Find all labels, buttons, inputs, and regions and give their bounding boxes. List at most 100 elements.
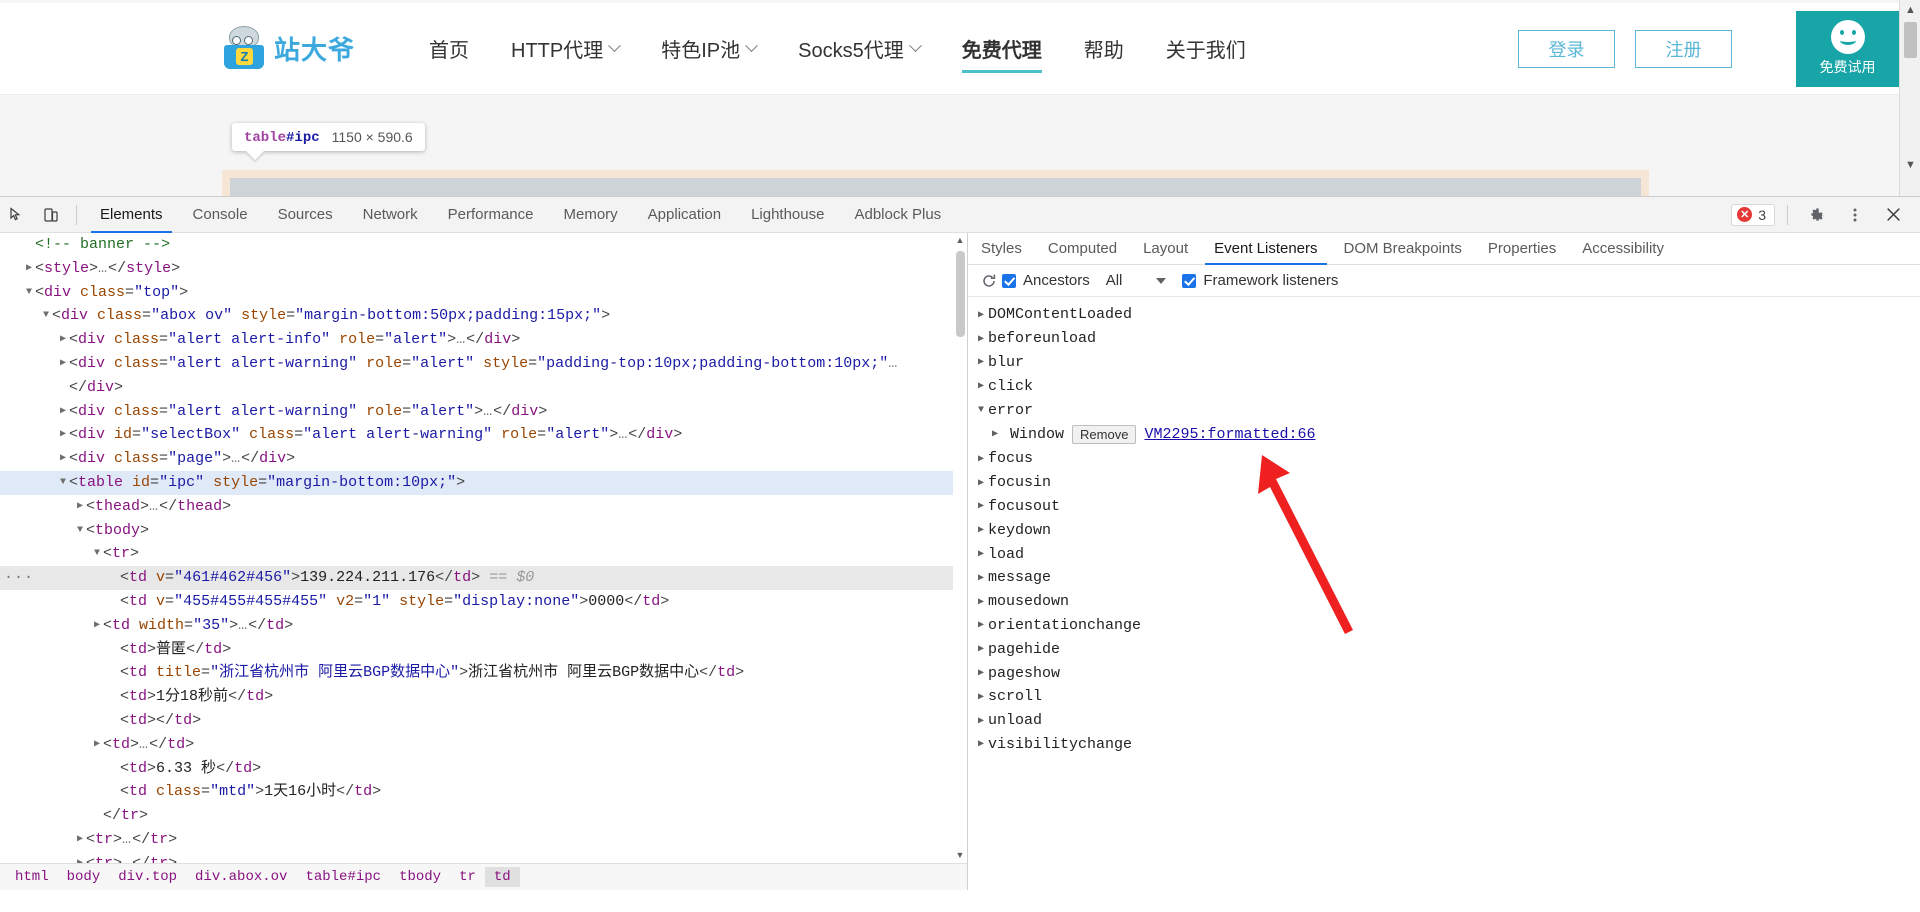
breadcrumb-item[interactable]: html <box>6 867 58 887</box>
free-trial-button[interactable]: 免费试用 <box>1796 10 1899 87</box>
event-listener-row[interactable]: ▶ unload <box>974 709 1920 733</box>
breadcrumb-item[interactable]: div.abox.ov <box>186 867 296 887</box>
inspect-element-icon[interactable] <box>0 200 34 230</box>
dom-tree[interactable]: <!-- banner --> ▶ < style >… </style > ▼ < div cl… <box>0 233 953 890</box>
scroll-up-icon[interactable]: ▲ <box>953 233 967 247</box>
event-listener-row[interactable]: ▶ beforeunload <box>974 327 1920 351</box>
dom-tree-line[interactable]: ▼ < tr > <box>0 542 953 566</box>
event-listener-row[interactable]: ▶ focus <box>974 447 1920 471</box>
twisty-collapsed-icon[interactable]: ▶ <box>91 733 103 757</box>
dom-tree-line[interactable]: ▼ < div class = "top" > <box>0 281 953 305</box>
twisty-expanded-icon[interactable]: ▼ <box>23 281 35 305</box>
twisty-collapsed-icon[interactable]: ▶ <box>974 596 988 608</box>
twisty-collapsed-icon[interactable]: ▶ <box>974 309 988 321</box>
event-listener-row[interactable]: ▶ visibilitychange <box>974 733 1920 757</box>
dom-tree-line[interactable]: ▶ < div class = "alert alert-warning" role = "… <box>0 352 953 376</box>
close-devtools-icon[interactable] <box>1876 200 1910 230</box>
more-options-icon[interactable] <box>1838 200 1872 230</box>
event-listener-row[interactable]: ▼ error <box>974 398 1920 422</box>
twisty-collapsed-icon[interactable]: ▶ <box>974 715 988 727</box>
event-listener-row[interactable]: ▶ orientationchange <box>974 614 1920 638</box>
tab-performance[interactable]: Performance <box>433 197 549 233</box>
twisty-collapsed-icon[interactable]: ▶ <box>91 614 103 638</box>
dom-tree-line[interactable]: ▶<tr>…</tr> <box>0 828 953 852</box>
tab-adblock-plus[interactable]: Adblock Plus <box>839 197 956 233</box>
twisty-collapsed-icon[interactable]: ▶ <box>974 619 988 631</box>
listener-filter-select[interactable]: All <box>1106 272 1167 289</box>
dom-tree-line[interactable]: < td >1分18秒前 </td > <box>0 685 953 709</box>
twisty-collapsed-icon[interactable]: ▶ <box>57 400 69 424</box>
sidebar-tab-properties[interactable]: Properties <box>1475 233 1569 265</box>
refresh-icon[interactable] <box>976 268 1002 294</box>
twisty-expanded-icon[interactable]: ▼ <box>974 405 988 416</box>
sidebar-tab-computed[interactable]: Computed <box>1035 233 1130 265</box>
twisty-collapsed-icon[interactable]: ▶ <box>23 257 35 281</box>
sidebar-tab-accessibility[interactable]: Accessibility <box>1569 233 1677 265</box>
twisty-collapsed-icon[interactable]: ▶ <box>974 548 988 560</box>
nav-item-free-proxy[interactable]: 免费代理 <box>961 3 1042 95</box>
breadcrumb-item[interactable]: table#ipc <box>296 867 390 887</box>
event-listener-row[interactable]: ▶ focusin <box>974 471 1920 495</box>
error-count-badge[interactable]: ✕ 3 <box>1731 203 1775 226</box>
twisty-collapsed-icon[interactable]: ▶ <box>57 423 69 447</box>
register-button[interactable]: 注册 <box>1635 29 1732 68</box>
dom-scrollbar-thumb[interactable] <box>956 251 965 337</box>
scroll-down-icon[interactable]: ▼ <box>953 848 967 862</box>
scroll-up-icon[interactable]: ▲ <box>1900 0 1920 19</box>
twisty-collapsed-icon[interactable]: ▶ <box>974 356 988 368</box>
twisty-collapsed-icon[interactable]: ▶ <box>974 380 988 392</box>
twisty-collapsed-icon[interactable]: ▶ <box>974 738 988 750</box>
breadcrumb-item[interactable]: div.top <box>109 867 186 887</box>
dom-tree-line[interactable]: < td >6.33 秒 </td > <box>0 757 953 781</box>
framework-listeners-checkbox-group[interactable]: Framework listeners <box>1182 272 1338 289</box>
breadcrumb-item[interactable]: td <box>484 867 520 887</box>
twisty-collapsed-icon[interactable]: ▶ <box>988 428 1002 440</box>
event-listener-row[interactable]: ▶ message <box>974 566 1920 590</box>
dom-tree-line[interactable]: ▼ < tbody > <box>0 519 953 543</box>
nav-item-home[interactable]: 首页 <box>429 3 469 95</box>
toggle-device-toolbar-icon[interactable] <box>34 200 68 230</box>
twisty-collapsed-icon[interactable]: ▶ <box>74 828 86 852</box>
tab-memory[interactable]: Memory <box>549 197 633 233</box>
twisty-collapsed-icon[interactable]: ▶ <box>974 477 988 489</box>
tab-network[interactable]: Network <box>348 197 433 233</box>
event-listener-row[interactable]: ▶ pagehide <box>974 637 1920 661</box>
tab-console[interactable]: Console <box>178 197 263 233</box>
remove-listener-button[interactable]: Remove <box>1072 424 1137 444</box>
dom-tree-line[interactable]: ▶ < div class = "page" >… </div > <box>0 447 953 471</box>
dom-tree-line[interactable]: ▶ < div class = "alert alert-warning" role = "… <box>0 400 953 424</box>
framework-listeners-checkbox[interactable] <box>1182 273 1197 288</box>
dom-tree-scrollbar[interactable]: ▲ ▼ <box>953 233 967 862</box>
dom-tree-line[interactable]: ▼ < div class = "abox ov" style = "margin-bott… <box>0 304 953 328</box>
tab-sources[interactable]: Sources <box>263 197 348 233</box>
ancestors-checkbox-group[interactable]: Ancestors <box>1002 272 1090 289</box>
event-listener-row[interactable]: ▶ focusout <box>974 495 1920 519</box>
twisty-expanded-icon[interactable]: ▼ <box>74 519 86 543</box>
twisty-collapsed-icon[interactable]: ▶ <box>974 572 988 584</box>
twisty-expanded-icon[interactable]: ▼ <box>40 304 52 328</box>
twisty-collapsed-icon[interactable]: ▶ <box>974 333 988 345</box>
twisty-collapsed-icon[interactable]: ▶ <box>57 328 69 352</box>
sidebar-tab-dom-breakpoints[interactable]: DOM Breakpoints <box>1331 233 1475 265</box>
event-listener-row[interactable]: ▶ scroll <box>974 685 1920 709</box>
nav-item-help[interactable]: 帮助 <box>1084 3 1124 95</box>
event-listener-row[interactable]: ▶ blur <box>974 351 1920 375</box>
ancestors-checkbox[interactable] <box>1002 273 1016 288</box>
dom-tree-line[interactable]: < td class = "mtd" >1天16小时 </td > <box>0 780 953 804</box>
twisty-collapsed-icon[interactable]: ▶ <box>974 500 988 512</box>
listener-source-link[interactable]: VM2295:formatted:66 <box>1144 426 1315 443</box>
twisty-collapsed-icon[interactable]: ▶ <box>57 352 69 376</box>
tab-lighthouse[interactable]: Lighthouse <box>736 197 839 233</box>
nav-item-socks5-proxy[interactable]: Socks5代理 <box>798 3 922 95</box>
event-listener-row[interactable]: ▶ keydown <box>974 518 1920 542</box>
tab-elements[interactable]: Elements <box>85 197 178 233</box>
twisty-collapsed-icon[interactable]: ▶ <box>974 453 988 465</box>
dom-tree-line[interactable]: ··· < td v = "461#462#456" >139.224.211.176 <… <box>0 566 953 590</box>
twisty-collapsed-icon[interactable]: ▶ <box>974 691 988 703</box>
dom-tree-line[interactable]: ▶ < td width = "35" >… </td > <box>0 614 953 638</box>
dom-tree-line[interactable]: < td > 普匿 </td > <box>0 638 953 662</box>
dom-tree-line[interactable]: ▶ < div class = "alert alert-info" role = "ale… <box>0 328 953 352</box>
page-scrollbar-thumb[interactable] <box>1904 22 1917 58</box>
twisty-collapsed-icon[interactable]: ▶ <box>57 447 69 471</box>
event-listener-row[interactable]: ▶ pageshow <box>974 661 1920 685</box>
